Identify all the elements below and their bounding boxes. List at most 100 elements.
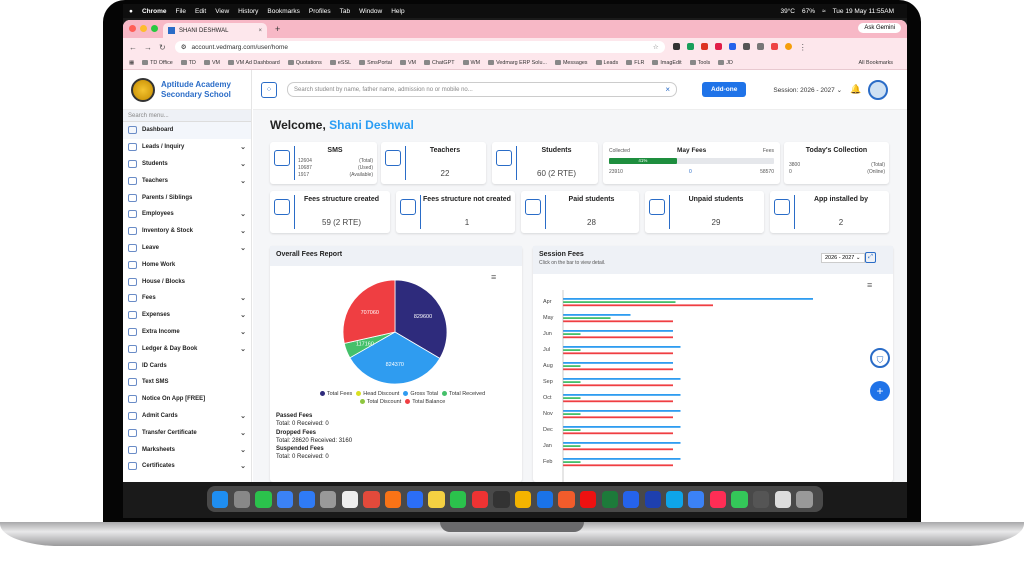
session-fee-bar[interactable] <box>563 346 681 348</box>
sidebar-item[interactable]: Employees ⌄ <box>123 206 251 223</box>
clock[interactable]: Tue 19 May 11:55AM <box>833 8 894 15</box>
session-fee-bar[interactable] <box>563 317 611 319</box>
sidebar-item[interactable]: Notice On App [FREE] <box>123 391 251 408</box>
browser-tab[interactable]: SHANI DESHWAL × <box>163 23 267 38</box>
dock-app-icon[interactable] <box>428 490 445 508</box>
bookmark-item[interactable]: Leads <box>595 60 618 66</box>
sidebar-item[interactable]: Leave ⌄ <box>123 240 251 257</box>
sidebar-item[interactable]: Admit Cards ⌄ <box>123 408 251 425</box>
month-fees-card[interactable]: Collected May Fees Fees 41% 23910 0 5857… <box>603 142 780 184</box>
legend-entry[interactable]: Total Balance <box>405 399 445 405</box>
sidebar-item[interactable]: Home Work <box>123 256 251 273</box>
legend-entry[interactable]: Total Fees <box>319 391 352 397</box>
close-tab-icon[interactable]: × <box>258 28 262 34</box>
stat-card[interactable]: Paid students 28 <box>521 191 639 233</box>
bookmark-item[interactable]: ChatGPT <box>424 60 455 66</box>
bookmark-item[interactable]: VM <box>203 60 220 66</box>
ask-gemini-button[interactable]: Ask Gemini <box>858 23 901 33</box>
teachers-card[interactable]: Teachers 22 <box>381 142 486 184</box>
students-card[interactable]: Students 60 (2 RTE) <box>492 142 598 184</box>
session-fee-bar[interactable] <box>563 394 681 396</box>
session-fee-bar[interactable] <box>563 448 673 451</box>
session-fee-bar[interactable] <box>563 362 673 364</box>
dock-app-icon[interactable] <box>233 490 250 508</box>
sidebar-item[interactable]: Parents / Siblings <box>123 189 251 206</box>
dock-app-icon[interactable] <box>666 490 683 508</box>
bookmark-item[interactable]: JD <box>718 60 733 66</box>
apple-icon[interactable]: ● <box>129 8 133 15</box>
bookmark-item[interactable]: FLR <box>626 60 644 66</box>
dock-app-icon[interactable] <box>450 490 467 508</box>
zoom-window-button[interactable] <box>151 25 158 32</box>
minimize-window-button[interactable] <box>140 25 147 32</box>
session-fee-bar[interactable] <box>563 461 581 463</box>
chrome-menu-icon[interactable]: ⋮ <box>799 43 807 52</box>
dock-app-icon[interactable] <box>514 490 532 508</box>
dock-app-icon[interactable] <box>623 490 640 508</box>
menu-history[interactable]: History <box>238 8 258 15</box>
bookmark-item[interactable]: Vedmarg ERP Solu... <box>488 60 547 66</box>
legend-entry[interactable]: Gross Total <box>403 391 438 397</box>
sidebar-item[interactable]: Transfer Certificate ⌄ <box>123 424 251 441</box>
bookmark-item[interactable]: VM <box>399 60 416 66</box>
dock-app-icon[interactable] <box>601 490 618 508</box>
stat-card[interactable]: Unpaid students 29 <box>645 191 764 233</box>
extension-icon[interactable] <box>714 42 722 50</box>
clear-search-icon[interactable]: × <box>665 85 670 94</box>
dock-app-icon[interactable] <box>558 490 575 508</box>
extension-icon[interactable] <box>700 42 708 50</box>
bookmark-item[interactable]: VM Ad Dashboard <box>228 60 280 66</box>
sms-card[interactable]: SMS 12604 10687 1917 (Total) (Used) (Ava… <box>270 142 377 184</box>
school-logo[interactable]: Aptitude Academy Secondary School <box>123 70 251 110</box>
forward-icon[interactable]: → <box>144 43 152 52</box>
session-fee-bar[interactable] <box>563 413 581 415</box>
sidebar-item[interactable]: Text SMS <box>123 374 251 391</box>
session-fee-bar[interactable] <box>563 352 673 355</box>
bookmark-item[interactable]: TD <box>180 60 196 66</box>
dock-app-icon[interactable] <box>406 490 424 508</box>
extension-icon[interactable] <box>742 42 750 50</box>
extension-icon[interactable] <box>756 42 764 50</box>
bookmark-item[interactable]: SmsPortal <box>359 60 392 66</box>
extension-icon[interactable] <box>728 42 736 50</box>
menu-window[interactable]: Window <box>359 8 382 15</box>
user-avatar[interactable] <box>868 79 889 100</box>
menu-profiles[interactable]: Profiles <box>309 8 331 15</box>
menu-edit[interactable]: Edit <box>195 8 206 15</box>
sidebar-item[interactable]: ID Cards <box>123 357 251 374</box>
dock-app-icon[interactable] <box>536 490 553 508</box>
menu-file[interactable]: File <box>176 8 186 15</box>
session-fee-bar[interactable] <box>563 458 681 460</box>
add-one-button[interactable]: Add-one <box>702 82 747 97</box>
bookmark-item[interactable]: eSSL <box>329 60 351 66</box>
sidebar-item[interactable]: Ledger & Day Book ⌄ <box>123 340 251 357</box>
menu-app-name[interactable]: Chrome <box>142 8 167 15</box>
bookmark-item[interactable]: WM <box>462 60 480 66</box>
session-fee-bar[interactable] <box>563 442 681 444</box>
sidebar-item[interactable]: Fees ⌄ <box>123 290 251 307</box>
session-fee-bar[interactable] <box>563 429 581 431</box>
new-tab-button[interactable]: + <box>275 24 280 34</box>
session-fee-bar[interactable] <box>563 416 673 419</box>
menu-help[interactable]: Help <box>391 8 404 15</box>
sidebar-item[interactable]: House / Blocks <box>123 273 251 290</box>
bookmark-item[interactable]: TD Office <box>142 60 173 66</box>
stat-card[interactable]: App installed by 2 <box>770 191 889 233</box>
apps-grid-icon[interactable]: ▦ <box>129 60 134 66</box>
dock-app-icon[interactable] <box>493 490 510 508</box>
dock-app-icon[interactable] <box>709 490 726 508</box>
session-fee-bar[interactable] <box>563 333 581 335</box>
battery-status[interactable]: 67% <box>802 8 815 15</box>
expand-icon[interactable]: ⤢ <box>865 252 876 263</box>
bookmark-item[interactable]: ImagEdit <box>652 60 682 66</box>
notification-bell-icon[interactable]: 🔔 <box>850 84 861 95</box>
session-fee-bar[interactable] <box>563 336 673 339</box>
back-icon[interactable]: ← <box>129 43 137 52</box>
session-fee-bar[interactable] <box>563 368 673 371</box>
profile-avatar[interactable] <box>784 42 792 50</box>
dock-app-icon[interactable] <box>276 490 294 508</box>
sidebar-item[interactable]: Students ⌄ <box>123 156 251 173</box>
dock-app-icon[interactable] <box>753 490 770 508</box>
shield-icon[interactable]: ⛉ <box>870 348 890 368</box>
session-fee-bar[interactable] <box>563 381 581 383</box>
